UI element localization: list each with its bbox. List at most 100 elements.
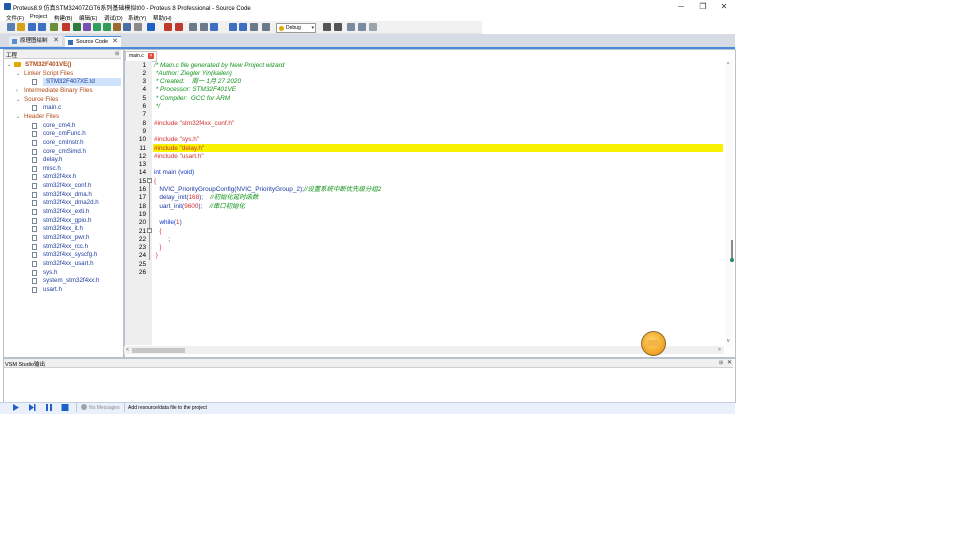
code-line[interactable]: /* Main.c file generated by New Project … [154,62,284,70]
save-all-icon[interactable] [38,23,46,31]
code-line[interactable]: { [154,228,161,236]
code-line[interactable]: } [154,252,158,260]
chevron-down-icon[interactable]: ⌄ [7,61,11,69]
file-icon [32,209,37,216]
code-token: ; [154,235,170,243]
close-icon[interactable]: ✕ [112,37,118,47]
scroll-left-arrow[interactable]: < [126,347,129,353]
debug-mode-select[interactable]: Debug ▾ [276,23,316,33]
tree-item-label: Linker Script Files [24,69,74,77]
play-icon[interactable] [12,404,20,411]
code-line[interactable]: *Author: Ziegler Yin(kailen) [154,70,232,78]
pin-icon[interactable]: ⊞ [115,51,119,57]
code-line[interactable]: uart_init(9600); //串口初始化 [154,203,245,211]
stop-icon[interactable] [61,404,69,411]
pause-icon[interactable] [45,404,53,411]
code-line[interactable]: #include "sys.h" [154,136,199,144]
outdent-icon[interactable] [358,23,366,31]
tree-item-label: core_cmFunc.h [43,130,86,138]
file-icon [32,286,37,293]
scroll-right-arrow[interactable]: > [718,347,721,353]
tree-item-label: core_cm4.h [43,121,76,129]
import-icon[interactable] [50,23,58,31]
redo-icon[interactable] [334,23,342,31]
undo-icon[interactable] [323,23,331,31]
code-line[interactable]: * Compiler: GCC for ARM [154,95,230,103]
code-line[interactable]: delay_init(168); //初始化延时函数 [154,194,258,202]
code-line[interactable]: * Created: 周一 1月 27 2020 [154,78,241,86]
code-line[interactable]: } [154,244,161,252]
rebuild-icon[interactable] [239,23,247,31]
code-token: * Processor: STM32F401VE [154,86,237,94]
minimize-button[interactable]: ─ [670,1,692,12]
save-icon[interactable] [28,23,36,31]
code-line[interactable]: ; [154,236,170,244]
copy-icon[interactable] [189,23,197,31]
code-token: int [154,169,161,177]
chevron-down-icon[interactable]: ⌄ [16,113,20,121]
new-file-icon[interactable] [7,23,15,31]
chevron-right-icon[interactable]: › [16,87,18,95]
code-line[interactable]: */ [154,103,160,111]
schematic-icon[interactable] [83,23,91,31]
settings-icon[interactable] [262,23,270,31]
code-line[interactable]: { [154,178,156,186]
scroll-up-arrow[interactable]: ^ [727,62,729,68]
horizontal-scrollbar[interactable] [124,346,724,354]
close-window-button[interactable]: ✕ [713,1,735,12]
fold-toggle-icon[interactable]: − [147,228,152,233]
code-line[interactable]: #include "usart.h" [154,153,204,161]
tree-item-label: STM32F401VE() [25,61,72,68]
tab-schematic-capture[interactable]: 原理图绘制 ✕ [9,36,62,46]
gear-icon [279,25,284,31]
gerber-icon[interactable] [113,23,121,31]
line-number: 14 [138,169,146,177]
vertical-scrollbar[interactable] [726,61,733,347]
close-icon[interactable]: × [148,53,154,59]
help-icon[interactable] [147,23,155,31]
indent-icon[interactable] [347,23,355,31]
tree-item-label: usart.h [43,285,62,293]
code-line[interactable]: int main (void) [154,169,194,177]
code-line[interactable]: #include "stm32f4xx_conf.h" [154,120,234,128]
file-icon [32,226,37,233]
horizontal-scroll-thumb[interactable] [132,348,185,353]
messages-status[interactable]: No Messages [89,405,120,411]
clean-icon[interactable] [250,23,258,31]
close-project-icon[interactable] [62,23,70,31]
paste-icon[interactable] [200,23,208,31]
chevron-down-icon[interactable]: ⌄ [16,70,20,78]
home-icon[interactable] [73,23,81,31]
scroll-down-arrow[interactable]: v [727,338,730,344]
tree-item-label: stm32f4xx_usart.h [43,259,94,267]
restore-button[interactable]: ❐ [692,1,714,12]
menu-project[interactable]: Project [30,14,47,20]
3d-icon[interactable] [103,23,111,31]
code-line[interactable]: #include "delay.h" [154,145,204,153]
open-folder-icon[interactable] [17,23,25,31]
tree-item-label: stm32f4xx_syscfg.h [43,251,98,259]
tree-item-label: core_cmSimd.h [43,147,86,155]
step-icon[interactable] [28,404,36,411]
code-token: * Created: 周一 1月 27 2020 [154,78,242,86]
delete-icon[interactable] [175,23,183,31]
pin-icon[interactable]: ⊞ [719,360,723,366]
tree-item-label: misc.h [43,164,61,172]
code-token: #include "delay.h" [154,144,205,152]
pcb-icon[interactable] [93,23,101,31]
code-line[interactable]: while(1) [154,219,181,227]
cut-icon[interactable] [164,23,172,31]
close-icon[interactable]: ✕ [53,36,59,46]
build-icon[interactable] [229,23,237,31]
file-icon [32,183,37,190]
code-line[interactable]: * Processor: STM32F401VE [154,86,236,94]
file-icon [32,278,37,285]
chevron-down-icon[interactable]: ⌄ [16,96,20,104]
notes-icon[interactable] [134,23,142,31]
close-icon[interactable]: ✕ [727,359,732,366]
find-icon[interactable] [210,23,218,31]
assistant-ball-icon[interactable] [641,331,666,356]
tab-source-code[interactable]: Source Code ✕ [65,36,121,47]
comment-icon[interactable] [369,23,377,31]
bom-icon[interactable] [123,23,131,31]
